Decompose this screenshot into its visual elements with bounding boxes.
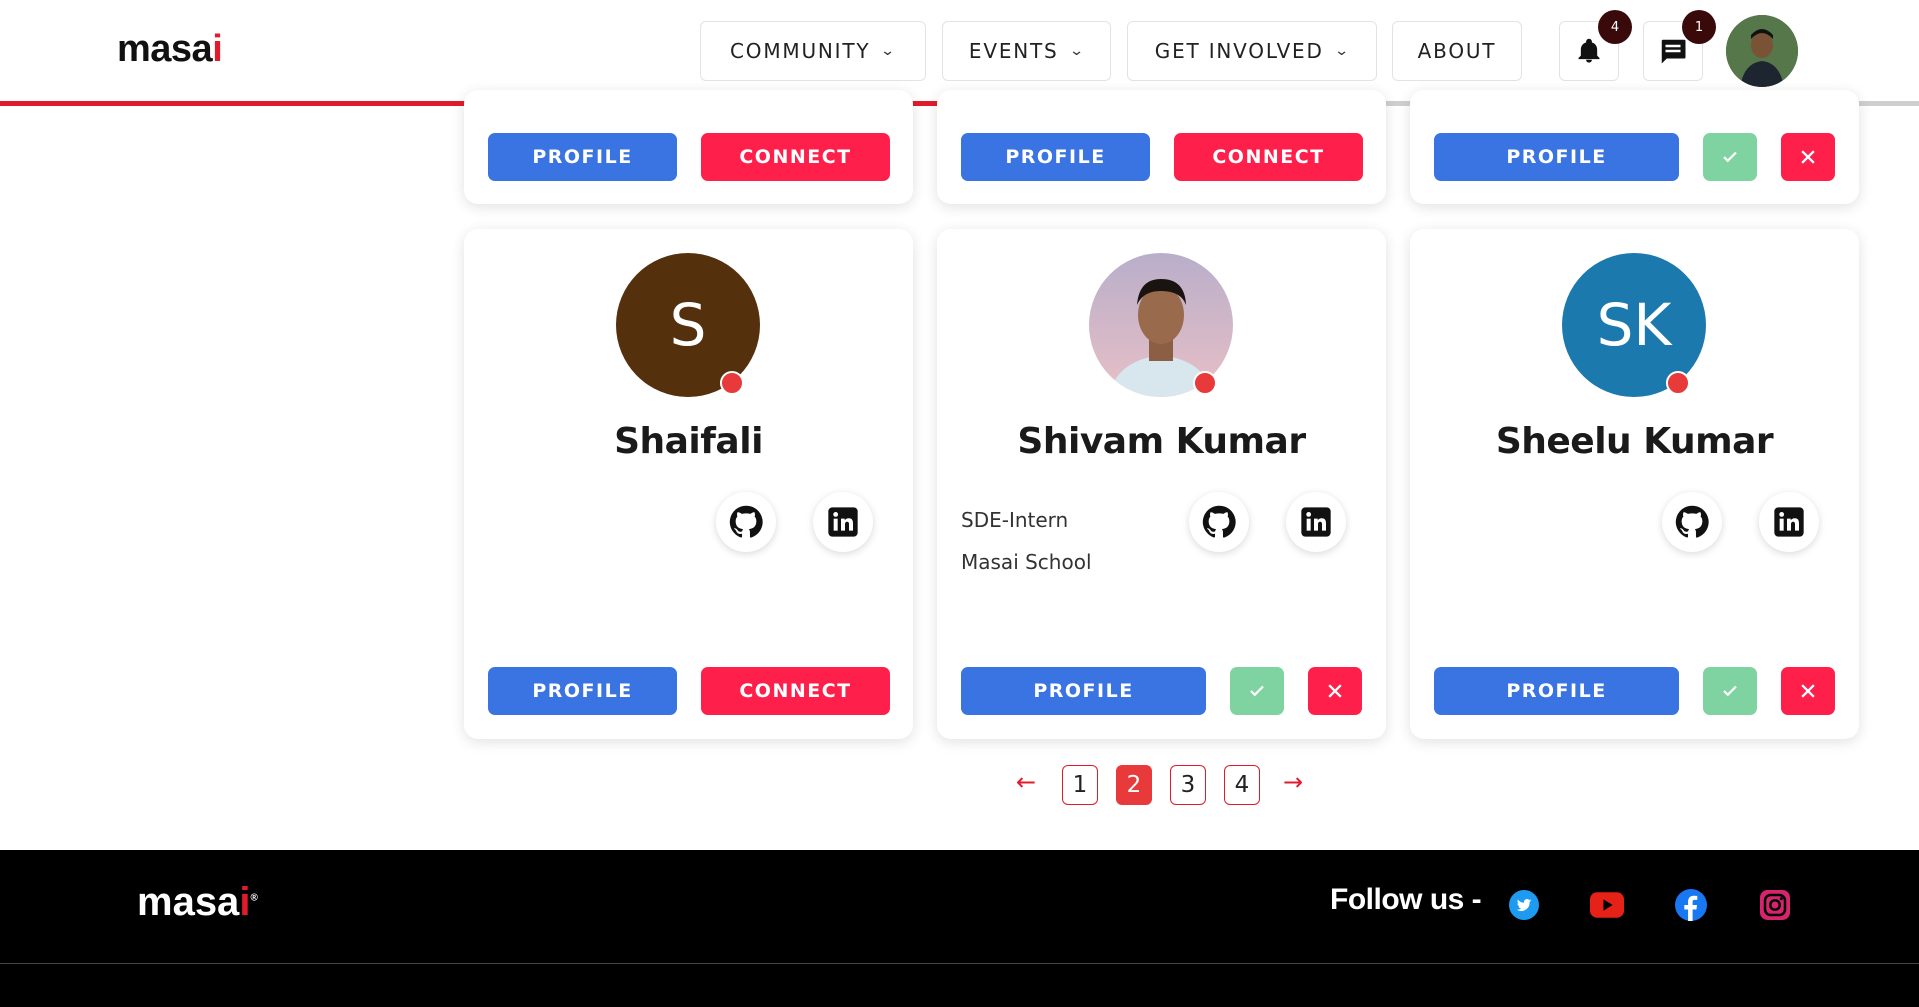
twitter-icon [1509,890,1539,920]
instagram-link[interactable] [1758,888,1792,922]
footer-masai-logo[interactable]: masai® [137,880,258,925]
user-name: Sheelu Kumar [1495,421,1774,462]
registered-mark: ® [250,892,258,904]
online-status-dot [1666,371,1690,395]
avatar-initials: S [669,291,707,359]
page-3[interactable]: 3 [1170,765,1206,805]
messages-button[interactable]: 1 [1643,10,1716,81]
profile-button[interactable]: PROFILE [488,133,677,181]
logo-i: i [212,28,223,70]
chevron-down-icon: ⌄ [1333,43,1352,59]
nav-community[interactable]: COMMUNITY ⌄ [700,21,926,81]
user-avatar[interactable] [1726,15,1798,87]
online-status-dot [720,371,744,395]
instagram-icon [1760,890,1790,920]
linkedin-icon [828,507,858,537]
facebook-link[interactable] [1674,888,1708,922]
connect-button[interactable]: CONNECT [701,133,890,181]
connect-button[interactable]: CONNECT [701,667,890,715]
footer-logo-i: i [239,880,251,924]
nav-get-involved[interactable]: GET INVOLVED ⌄ [1127,21,1377,81]
github-icon [1675,505,1709,538]
next-page-arrow[interactable]: → [1283,768,1303,796]
linkedin-button[interactable] [813,492,873,552]
nav-events[interactable]: EVENTS ⌄ [942,21,1111,81]
logo-text: masa [117,28,213,70]
close-icon [1328,684,1342,698]
notification-count-badge: 4 [1598,10,1632,44]
check-icon [1723,151,1737,163]
notifications-button[interactable]: 4 [1559,10,1632,81]
github-button[interactable] [1189,492,1249,552]
nav-community-label: COMMUNITY [730,39,871,63]
profile-button[interactable]: PROFILE [488,667,677,715]
user-title: SDE-Intern [961,508,1069,532]
profile-button[interactable]: PROFILE [1434,133,1679,181]
user-card-shivam-kumar: Shivam Kumar SDE-Intern Masai School PRO… [937,229,1386,739]
footer-divider [0,963,1919,964]
youtube-icon [1590,892,1624,918]
message-count-badge: 1 [1682,10,1716,44]
linkedin-icon [1301,507,1331,537]
nav-about-label: ABOUT [1417,39,1497,63]
prev-page-arrow[interactable]: ← [1016,768,1036,796]
user-photo [1726,15,1798,87]
profile-button[interactable]: PROFILE [961,133,1150,181]
page-1[interactable]: 1 [1062,765,1098,805]
user-card: PROFILE [1410,90,1859,204]
profile-button[interactable]: PROFILE [1434,667,1679,715]
chevron-down-icon: ⌄ [1068,43,1087,59]
facebook-icon [1675,889,1707,921]
accept-button[interactable] [1230,667,1284,715]
reject-button[interactable] [1308,667,1362,715]
footer: masai® Follow us - [0,850,1919,1007]
youtube-link[interactable] [1590,888,1624,922]
chat-icon [1661,39,1686,64]
reject-button[interactable] [1781,133,1835,181]
follow-us-label: Follow us - [1330,883,1482,916]
user-card: PROFILE CONNECT [464,90,913,204]
github-icon [729,505,763,538]
nav-events-label: EVENTS [968,39,1059,63]
nav-get-involved-label: GET INVOLVED [1154,39,1324,63]
close-icon [1801,150,1815,164]
bell-icon [1578,38,1600,63]
accept-button[interactable] [1703,667,1757,715]
close-icon [1801,684,1815,698]
user-card-shaifali: S Shaifali PROFILE CONNECT [464,229,913,739]
accept-button[interactable] [1703,133,1757,181]
page-2-current[interactable]: 2 [1116,765,1152,805]
footer-logo-text: masa [137,880,240,924]
top-navbar: masai COMMUNITY ⌄ EVENTS ⌄ GET INVOLVED … [0,0,1919,106]
linkedin-button[interactable] [1759,492,1819,552]
page-4[interactable]: 4 [1224,765,1260,805]
github-icon [1202,505,1236,538]
chevron-down-icon: ⌄ [880,43,898,59]
linkedin-button[interactable] [1286,492,1346,552]
user-name: Shaifali [614,421,763,462]
profile-button[interactable]: PROFILE [961,667,1206,715]
check-icon [1723,685,1737,697]
user-name: Shivam Kumar [1017,421,1306,462]
linkedin-icon [1774,507,1804,537]
user-company: Masai School [961,550,1092,574]
masai-logo[interactable]: masai [117,28,223,71]
twitter-link[interactable] [1507,888,1541,922]
user-card: PROFILE CONNECT [937,90,1386,204]
avatar-initials: SK [1596,291,1672,359]
nav-about[interactable]: ABOUT [1392,21,1522,81]
github-button[interactable] [1662,492,1722,552]
connect-button[interactable]: CONNECT [1174,133,1363,181]
check-icon [1250,685,1264,697]
github-button[interactable] [716,492,776,552]
user-card-sheelu-kumar: SK Sheelu Kumar PROFILE [1410,229,1859,739]
online-status-dot [1193,371,1217,395]
reject-button[interactable] [1781,667,1835,715]
